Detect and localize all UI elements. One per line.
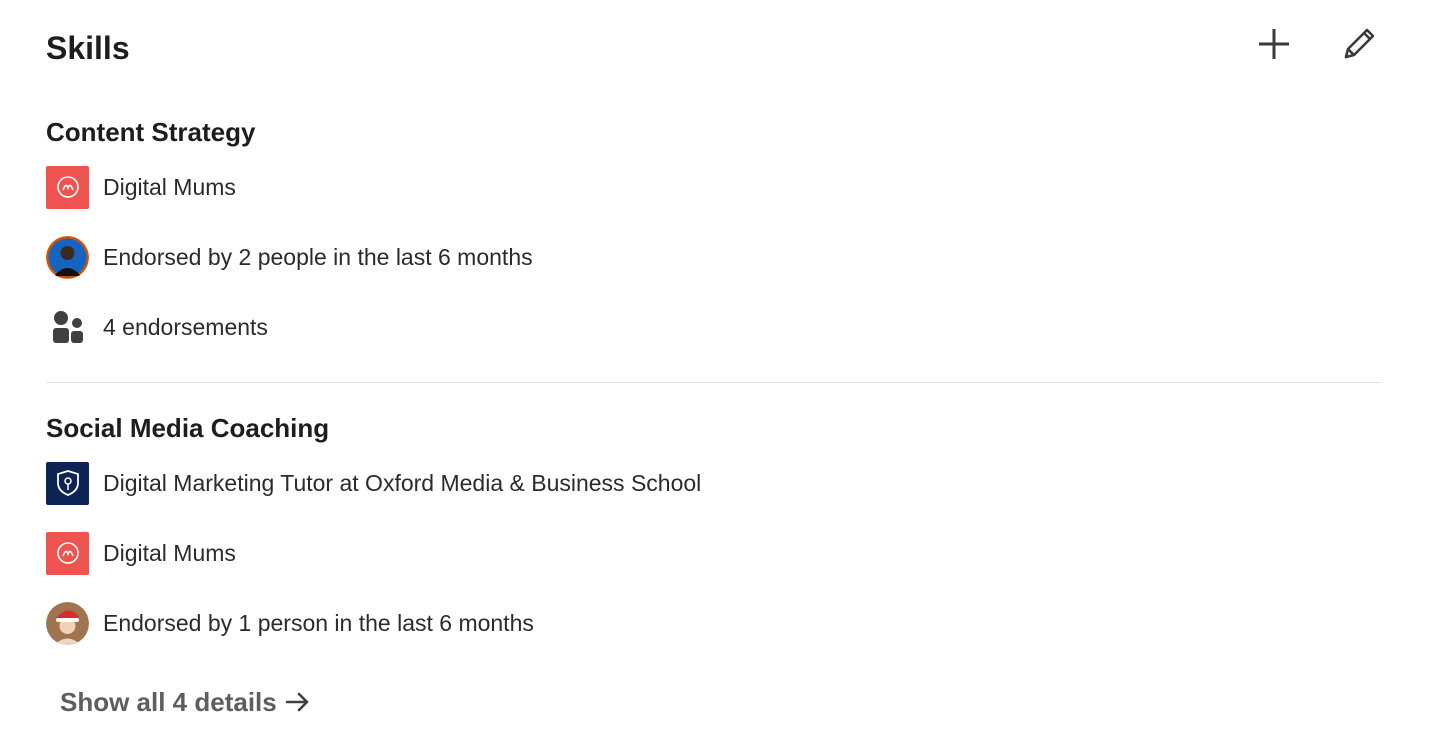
skill-name-social-media-coaching[interactable]: Social Media Coaching (46, 411, 329, 445)
edit-skills-button[interactable] (1333, 20, 1385, 72)
plus-icon (1257, 27, 1291, 66)
arrow-right-icon (285, 691, 311, 713)
skill-context-text: Digital Mums (103, 540, 236, 566)
skill-context-text: Digital Marketing Tutor at Oxford Media … (103, 470, 702, 496)
show-all-label: Show all 4 details (60, 686, 277, 717)
endorsement-count-row[interactable]: 4 endorsements (46, 305, 268, 349)
show-all-details-button[interactable]: Show all 4 details (50, 680, 321, 724)
skill-context-text: Digital Mums (103, 174, 236, 200)
digital-mums-logo (46, 531, 89, 575)
pencil-icon (1340, 25, 1378, 68)
endorsement-summary-row[interactable]: Endorsed by 1 person in the last 6 month… (46, 601, 534, 645)
people-icon (46, 306, 89, 349)
oxford-media-business-school-logo (46, 461, 89, 505)
skill-context-row: Digital Marketing Tutor at Oxford Media … (46, 461, 701, 505)
endorser-avatar (46, 601, 89, 645)
digital-mums-logo (46, 165, 89, 209)
skill-context-row: Digital Mums (46, 165, 236, 209)
add-skill-button[interactable] (1248, 20, 1300, 72)
skill-name-content-strategy[interactable]: Content Strategy (46, 115, 255, 149)
endorsement-count-text: 4 endorsements (103, 314, 268, 340)
endorsement-summary-row[interactable]: Endorsed by 2 people in the last 6 month… (46, 235, 533, 279)
skill-context-row: Digital Mums (46, 531, 236, 575)
section-title: Skills (46, 30, 130, 66)
endorsement-summary-text: Endorsed by 2 people in the last 6 month… (103, 244, 533, 270)
endorsement-summary-text: Endorsed by 1 person in the last 6 month… (103, 610, 534, 636)
skill-divider (46, 382, 1381, 383)
endorser-avatar (46, 235, 89, 279)
